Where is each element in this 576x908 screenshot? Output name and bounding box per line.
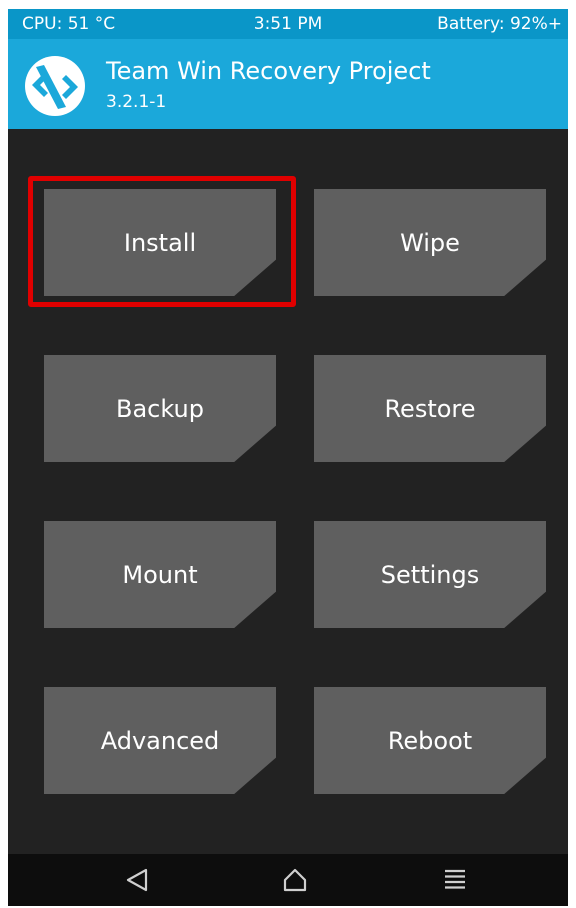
restore-button-label: Restore [384, 394, 476, 423]
twrp-screen: CPU: 51 °C 3:51 PM Battery: 92%+ Team Wi… [8, 9, 568, 906]
advanced-button-label: Advanced [100, 726, 220, 755]
twrp-logo-icon [25, 56, 85, 116]
settings-button[interactable]: Settings [314, 521, 546, 628]
battery-status: Battery: 92%+ [437, 14, 562, 34]
menu-icon[interactable] [440, 866, 470, 894]
settings-button-label: Settings [380, 560, 480, 589]
title-bar: Team Win Recovery Project 3.2.1-1 [8, 39, 568, 129]
status-bar: CPU: 51 °C 3:51 PM Battery: 92%+ [8, 9, 568, 39]
backup-button[interactable]: Backup [44, 355, 276, 462]
install-highlight-box [28, 176, 296, 307]
reboot-button-label: Reboot [387, 726, 473, 755]
home-icon[interactable] [280, 866, 310, 894]
backup-button-label: Backup [116, 394, 204, 423]
wipe-button[interactable]: Wipe [314, 189, 546, 296]
back-icon[interactable] [122, 866, 152, 894]
mount-button[interactable]: Mount [44, 521, 276, 628]
reboot-button[interactable]: Reboot [314, 687, 546, 794]
navigation-bar [8, 854, 568, 906]
app-version: 3.2.1-1 [106, 92, 167, 112]
advanced-button[interactable]: Advanced [44, 687, 276, 794]
restore-button[interactable]: Restore [314, 355, 546, 462]
app-title: Team Win Recovery Project [106, 57, 431, 85]
mount-button-label: Mount [122, 560, 198, 589]
wipe-button-label: Wipe [400, 228, 460, 257]
